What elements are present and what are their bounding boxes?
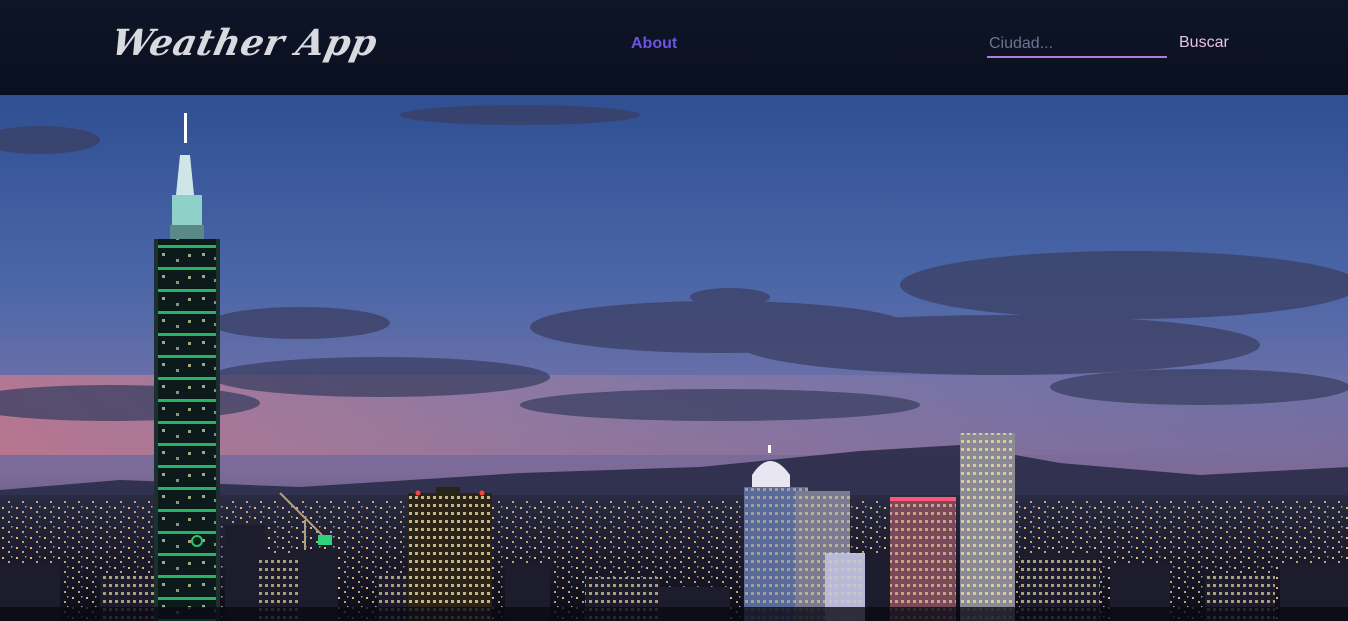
brand-logo[interactable]: Weather App: [108, 22, 382, 64]
city-skyline-image: [0, 95, 1348, 621]
city-search-input[interactable]: [987, 32, 1167, 58]
nav-link-about[interactable]: About: [631, 35, 677, 53]
navbar: Weather App About Buscar: [0, 0, 1348, 95]
hero-image: [0, 95, 1348, 621]
search-button[interactable]: Buscar: [1179, 34, 1229, 52]
page: Weather App About Buscar: [0, 0, 1348, 621]
